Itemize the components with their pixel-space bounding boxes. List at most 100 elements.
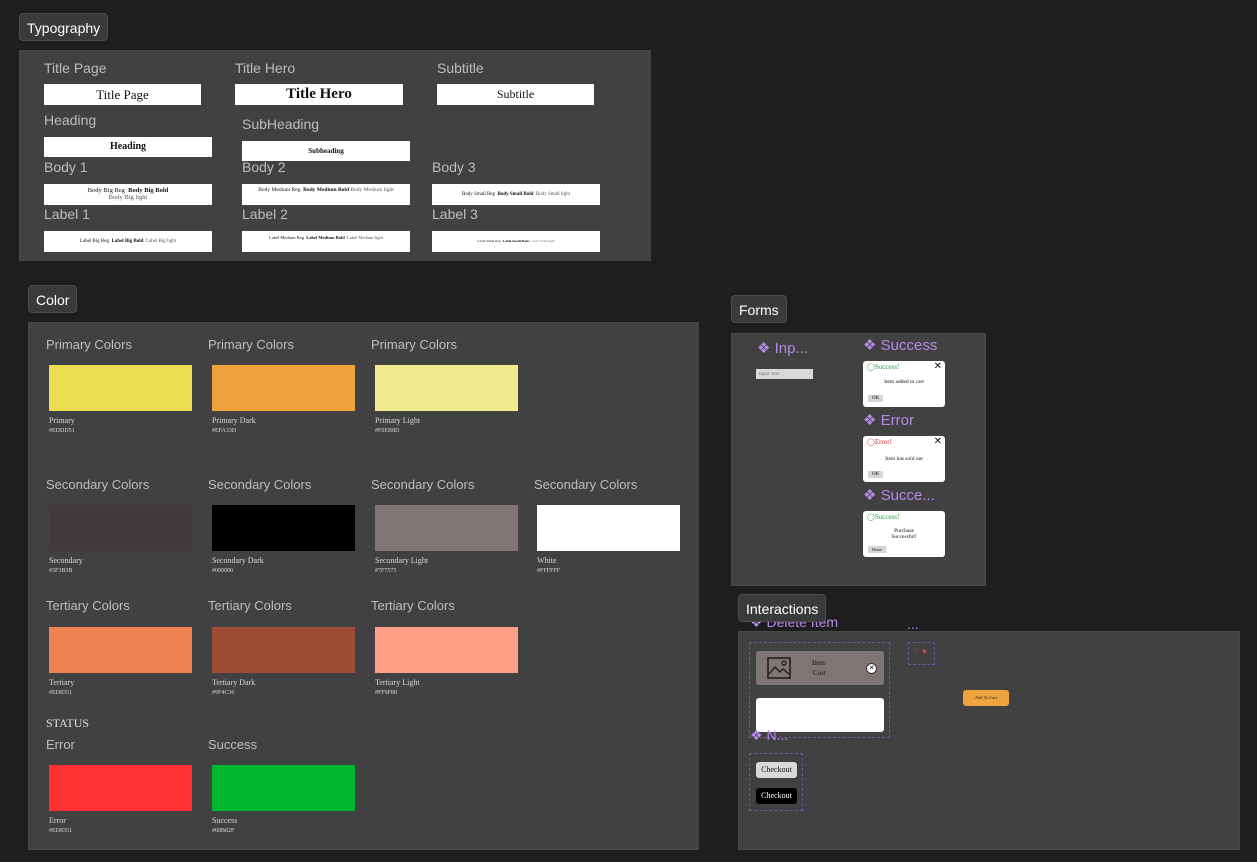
favorite-component-title[interactable]: ...	[907, 616, 919, 632]
nav-component-title[interactable]: ❖ N...	[750, 727, 788, 744]
success-dialog-title: Success!	[874, 363, 900, 371]
ok-button[interactable]: OK	[868, 395, 884, 402]
label2-label: Label 2	[242, 206, 288, 222]
secondary-light-name: Secondary Light	[375, 556, 429, 565]
image-placeholder-icon	[767, 657, 791, 679]
primary-dark-name: Primary Dark	[212, 416, 256, 425]
purchase-message-line2: Successful!	[891, 534, 917, 540]
title-hero-label: Title Hero	[235, 60, 296, 76]
label2-reg: Label Medium Reg	[268, 235, 304, 240]
error-component-title-text: Error	[880, 412, 914, 429]
primary-light-name: Primary Light	[375, 416, 421, 425]
check-circle-icon: ◯	[867, 363, 875, 371]
component-diamond-icon: ❖	[750, 727, 763, 743]
cart-item-name: Item	[812, 659, 825, 667]
secondary-dark-group-title: Secondary Colors	[208, 477, 312, 492]
error-dialog-message: Item has sold out	[885, 456, 923, 462]
secondary-hex: #3F3B3B	[49, 568, 73, 574]
add-to-cart-button[interactable]: Add To Cart	[963, 690, 1009, 706]
primary-dark-group-title: Primary Colors	[208, 337, 294, 352]
checkout-variants: Checkout Checkout	[749, 753, 803, 811]
success-group-title: Success	[208, 737, 258, 752]
home-button[interactable]: Home	[868, 546, 886, 553]
body2-sample: Body Medium Reg Body Medium Bold Body Me…	[242, 184, 410, 205]
title-page-label: Title Page	[44, 60, 107, 76]
body2-light: Body Medium light	[350, 187, 394, 193]
success-dialog-message: Item added to cart	[884, 379, 924, 385]
purchase-dialog-header: ◯Success!	[867, 513, 899, 521]
tertiary-dark-swatch	[212, 627, 355, 673]
status-title: STATUS	[46, 716, 90, 730]
body2-reg: Body Medium Reg	[258, 187, 301, 193]
body3-bold: Body Small Bold	[497, 192, 534, 197]
secondary-name: Secondary	[49, 556, 83, 565]
cart-item-card[interactable]: Item Cost ✕	[756, 651, 884, 685]
body1-sample: Body Big Reg Body Big Bold Body Big ligh…	[44, 184, 212, 205]
nav-component-title-text: N...	[766, 727, 789, 743]
tertiary-light-group-title: Tertiary Colors	[371, 598, 455, 613]
label2-sample: Label Medium Reg Label Medium Bold Label…	[242, 231, 410, 252]
success-component-title[interactable]: ❖ Success	[863, 336, 937, 354]
ok-button[interactable]: OK	[868, 471, 884, 478]
subtitle-label: Subtitle	[437, 60, 484, 76]
subtitle-sample: Subtitle	[437, 84, 594, 105]
delete-item-variants: Item Cost ✕	[749, 642, 890, 738]
label2-light: Label Medium light	[347, 235, 383, 240]
color-frame: Primary Colors Primary #EDDD51 Primary C…	[28, 322, 699, 850]
label3-bold: Label Small Bold	[502, 239, 529, 243]
interactions-section-tag[interactable]: Interactions	[738, 594, 827, 622]
forms-section-tag[interactable]: Forms	[731, 295, 787, 323]
label3-reg: Label Small Reg	[477, 239, 501, 243]
text-input[interactable]	[756, 369, 813, 379]
subheading-label: SubHeading	[242, 116, 320, 132]
heading-label: Heading	[44, 112, 97, 128]
checkout-button-light[interactable]: Checkout	[756, 762, 797, 778]
body3-reg: Body Small Reg	[461, 192, 496, 197]
secondary-light-swatch	[375, 505, 518, 551]
success-swatch	[212, 765, 355, 811]
body3-label: Body 3	[432, 159, 476, 175]
secondary-light-group-title: Secondary Colors	[371, 477, 475, 492]
success2-component-title-text: Succe...	[880, 487, 935, 504]
error-dialog: ◯Error! ✕ Item has sold out OK	[863, 436, 945, 482]
error-hex: #ED8351	[49, 828, 72, 834]
title-page-sample: Title Page	[44, 84, 201, 105]
typography-section-tag[interactable]: Typography	[19, 13, 109, 41]
body1-light: Body Big light	[108, 194, 148, 201]
error-group-title: Error	[46, 737, 75, 752]
label1-bold: Label Big Bold	[111, 239, 144, 244]
close-icon[interactable]: ✕	[934, 361, 942, 372]
body1-reg: Body Big Reg	[87, 187, 125, 194]
error-component-title[interactable]: ❖ Error	[863, 411, 914, 429]
cart-item-cost: Cost	[813, 669, 826, 677]
label1-label: Label 1	[44, 206, 90, 222]
label1-sample: Label Big Reg Label Big Bold Label Big l…	[44, 231, 212, 252]
title-hero-sample: Title Hero	[235, 84, 403, 105]
color-section-tag[interactable]: Color	[28, 285, 78, 313]
heart-filled-icon[interactable]: ♥	[922, 647, 927, 656]
success2-component-title[interactable]: ❖ Succe...	[863, 486, 935, 504]
error-dialog-title: Error!	[874, 438, 892, 446]
secondary-swatch	[49, 505, 192, 551]
tertiary-light-hex: #FF9F88	[375, 690, 398, 696]
white-name: White	[537, 556, 557, 565]
error-name: Error	[49, 816, 66, 825]
primary-dark-hex: #EFA33D	[212, 428, 237, 434]
white-hex: #FFFFFF	[537, 568, 561, 574]
delete-close-icon[interactable]: ✕	[866, 663, 877, 674]
checkout-button-dark[interactable]: Checkout	[756, 788, 797, 804]
white-swatch	[537, 505, 680, 551]
success-dialog-header: ◯Success!	[867, 363, 899, 371]
tertiary-light-name: Tertiary Light	[375, 678, 420, 687]
component-diamond-icon: ❖	[863, 487, 877, 504]
close-icon[interactable]: ✕	[934, 436, 942, 447]
success-dialog: ◯Success! ✕ Item added to cart OK	[863, 361, 945, 407]
secondary-light-hex: #7F7575	[375, 568, 397, 574]
tertiary-swatch	[49, 627, 192, 673]
tertiary-light-swatch	[375, 627, 518, 673]
purchase-dialog-title: Success!	[874, 513, 900, 521]
alert-circle-icon: ◯	[867, 438, 875, 446]
tertiary-hex: #ED8351	[49, 690, 72, 696]
input-component-title[interactable]: ❖ Inp...	[757, 339, 808, 357]
heart-outline-icon[interactable]: ♡	[913, 647, 920, 656]
